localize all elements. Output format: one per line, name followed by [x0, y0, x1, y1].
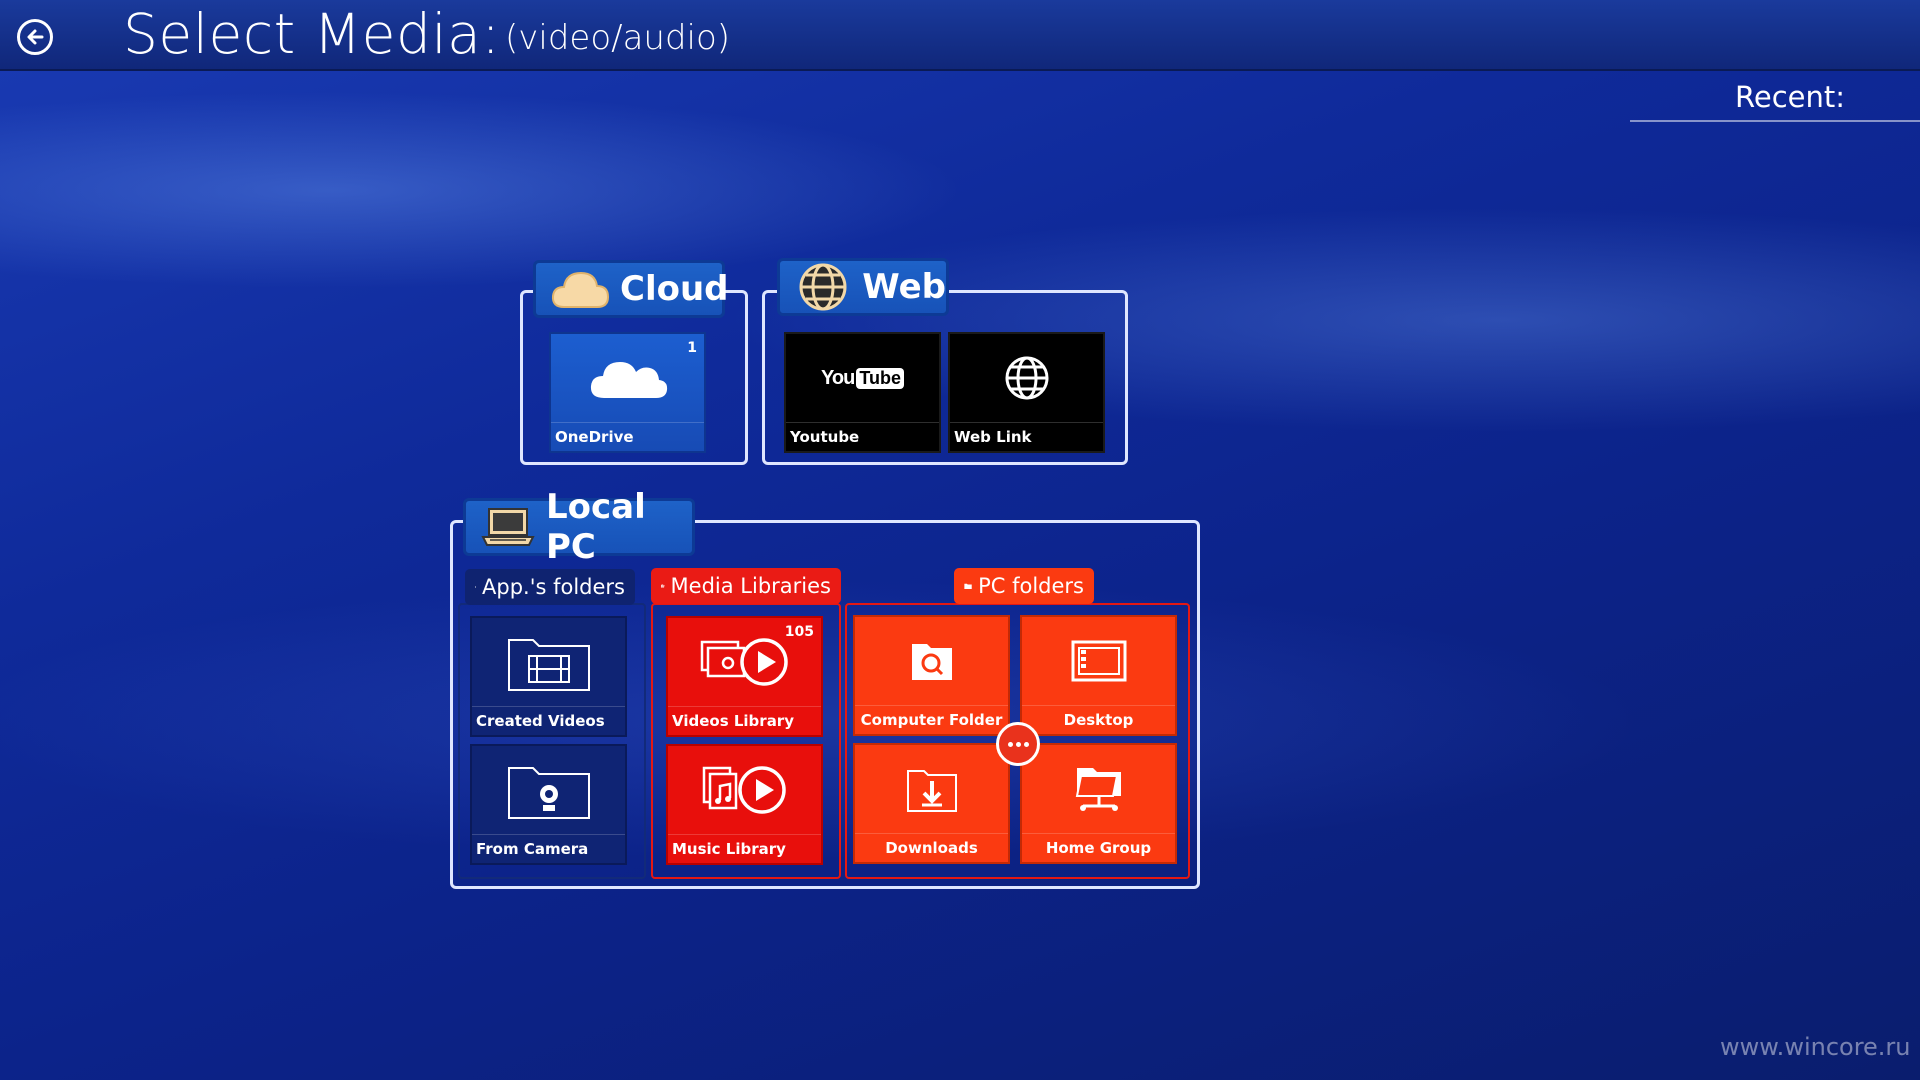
home-group-label: Home Group: [1022, 833, 1175, 862]
page-subtitle: (video/audio): [505, 18, 731, 58]
pc-folders-header: PC folders: [954, 568, 1094, 604]
onedrive-tile[interactable]: 1 OneDrive: [549, 332, 706, 453]
webcam-folder-icon: [472, 746, 625, 834]
local-pc-group-header: Local PC: [463, 487, 695, 567]
network-folder-icon: [1022, 745, 1175, 833]
recent-divider: [1630, 120, 1920, 122]
youtube-label: Youtube: [786, 422, 939, 451]
local-pc-group-title: Local PC: [546, 487, 646, 567]
web-link-label: Web Link: [950, 422, 1103, 451]
desktop-tile[interactable]: Desktop: [1020, 615, 1177, 736]
back-button[interactable]: [17, 19, 53, 55]
music-library-tile[interactable]: Music Library: [666, 744, 823, 865]
page-title: Select Media:: [123, 2, 501, 66]
from-camera-label: From Camera: [472, 834, 625, 863]
pc-folders-title: PC folders: [978, 574, 1084, 598]
cloud-group-header: Cloud: [533, 260, 729, 318]
grid-icon: [475, 586, 476, 588]
download-folder-icon: [855, 745, 1008, 833]
more-options-button[interactable]: [996, 722, 1040, 766]
onedrive-icon: [551, 334, 704, 422]
apps-folders-title: App.'s folders: [482, 575, 625, 599]
watermark: www.wincore.ru: [1720, 1033, 1911, 1061]
created-videos-label: Created Videos: [472, 706, 625, 735]
music-library-label: Music Library: [668, 834, 821, 863]
youtube-logo-tube: Tube: [856, 367, 904, 389]
cloud-icon: [550, 265, 610, 313]
folder-icon: [964, 583, 972, 589]
home-group-tile[interactable]: Home Group: [1020, 743, 1177, 864]
videos-library-label: Videos Library: [668, 706, 821, 735]
onedrive-label: OneDrive: [551, 422, 704, 451]
computer-folder-tile[interactable]: Computer Folder: [853, 615, 1010, 736]
web-link-tile[interactable]: Web Link: [948, 332, 1105, 453]
from-camera-tile[interactable]: From Camera: [470, 744, 627, 865]
search-folder-icon: [855, 617, 1008, 705]
created-videos-tile[interactable]: Created Videos: [470, 616, 627, 737]
web-group-header: Web: [777, 258, 949, 316]
desktop-icon: [1022, 617, 1175, 705]
media-libraries-title: Media Libraries: [670, 574, 831, 598]
desktop-label: Desktop: [1022, 705, 1175, 734]
more-dots-icon: [1007, 741, 1013, 747]
downloads-tile[interactable]: Downloads: [853, 743, 1010, 864]
laptop-icon: [480, 503, 536, 551]
web-link-globe-icon: [950, 334, 1103, 422]
back-arrow-icon: [27, 29, 44, 45]
youtube-tile[interactable]: You Tube Youtube: [784, 332, 941, 453]
globe-icon: [794, 263, 852, 311]
music-library-icon: [668, 746, 821, 834]
youtube-icon: You Tube: [786, 334, 939, 422]
recent-label: Recent:: [1735, 80, 1845, 114]
videos-library-tile[interactable]: 105 Videos Library: [666, 616, 823, 737]
youtube-logo-you: You: [821, 366, 855, 389]
downloads-label: Downloads: [855, 833, 1008, 862]
title-bar: Select Media: (video/audio): [0, 0, 1920, 71]
computer-folder-label: Computer Folder: [855, 705, 1008, 734]
film-folder-icon: [472, 618, 625, 706]
cloud-group-title: Cloud: [620, 269, 729, 309]
videos-library-count: 105: [784, 624, 814, 640]
library-books-icon: [661, 584, 665, 588]
apps-folders-header: App.'s folders: [465, 569, 635, 605]
onedrive-count: 1: [687, 340, 697, 356]
media-libraries-header: Media Libraries: [651, 568, 841, 604]
web-group-title: Web: [862, 267, 946, 307]
